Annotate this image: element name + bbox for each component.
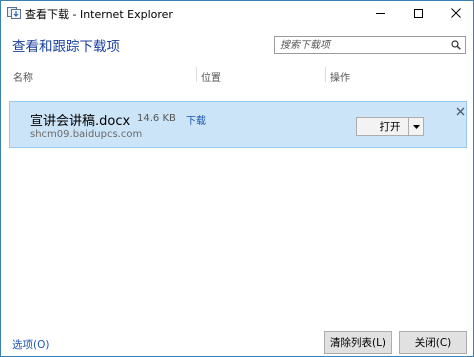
close-icon [451, 8, 461, 18]
minimize-icon [375, 12, 385, 14]
download-manager-window: 查看下载 - Internet Explorer 查看和跟踪下载项 名称 位置 … [0, 0, 474, 357]
column-header-row: 名称 位置 操作 [1, 67, 473, 84]
open-dropdown-button[interactable] [408, 117, 424, 136]
minimize-button[interactable] [363, 1, 397, 25]
title-bar[interactable]: 查看下载 - Internet Explorer [1, 1, 473, 25]
column-divider[interactable] [196, 67, 197, 82]
search-box[interactable] [274, 36, 466, 54]
clear-list-label: 清除列表(L) [329, 337, 387, 349]
chevron-down-icon [412, 124, 420, 129]
download-folder-link[interactable]: 下载 [186, 112, 206, 127]
download-file-name: 宣讲会讲稿.docx [30, 114, 131, 129]
window-close-button[interactable] [439, 1, 473, 25]
column-header-name[interactable]: 名称 [13, 69, 33, 84]
options-link[interactable]: 选项(O) [12, 337, 49, 352]
close-icon[interactable] [456, 107, 465, 116]
column-header-actions[interactable]: 操作 [330, 69, 350, 84]
search-icon[interactable] [451, 40, 461, 50]
column-divider[interactable] [325, 67, 326, 82]
maximize-button[interactable] [401, 1, 435, 25]
download-source: shcm09.baidupcs.com [30, 129, 143, 140]
page-heading: 查看和跟踪下载项 [12, 39, 120, 55]
column-header-location[interactable]: 位置 [201, 69, 221, 84]
search-input[interactable] [280, 38, 445, 52]
maximize-icon [413, 8, 423, 18]
open-button-label: 打开 [379, 121, 401, 133]
window-title: 查看下载 - Internet Explorer [25, 8, 173, 21]
download-file-size: 14.6 KB [137, 113, 176, 124]
download-item[interactable]: 宣讲会讲稿.docx 14.6 KB 下载 shcm09.baidupcs.co… [9, 101, 467, 148]
ie-download-icon [7, 7, 21, 19]
clear-list-button[interactable]: 清除列表(L) [324, 331, 392, 354]
close-button-label: 关闭(C) [414, 337, 452, 349]
close-button[interactable]: 关闭(C) [399, 331, 467, 354]
